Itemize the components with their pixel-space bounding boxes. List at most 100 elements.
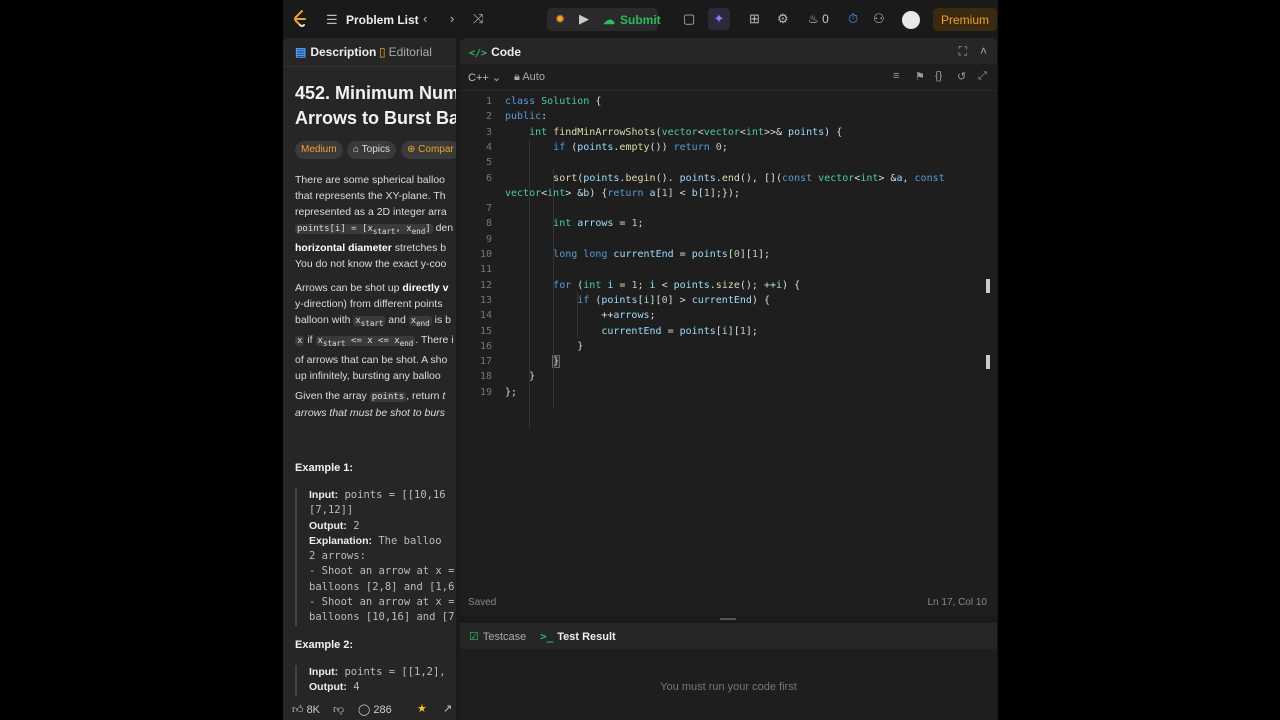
code-line: sort(points.begin(). points.end(), [](co…	[553, 172, 945, 184]
document-icon: ▤	[295, 45, 307, 59]
description-tabs: ▤ Description ▯ Editorial	[283, 38, 456, 67]
example-line: Input: points = [[1,2],	[309, 666, 446, 678]
line-number: 8	[485, 218, 492, 230]
scrollbar-marker	[986, 279, 990, 293]
example-line: [7,12]]	[309, 504, 354, 517]
test-panel: ☑ Testcase >_ Test Result You must run you…	[460, 623, 997, 720]
like-button[interactable]: 👍︎ 8K	[292, 703, 320, 716]
tab-editorial[interactable]: ▯ Editorial	[379, 45, 432, 59]
code-editor-panel: </> Code ⛶ ˄ C++ ⌄ 🔒︎ Auto ≡ ⚑ {} ↺ ⤢ 1 cl…	[460, 38, 997, 616]
code-line: public:	[505, 111, 548, 123]
topics-tag[interactable]: ⌂ Topics	[347, 141, 396, 159]
list-icon[interactable]: ☰	[326, 12, 338, 28]
indent-guide	[529, 139, 530, 429]
tab-test-result[interactable]: >_ Test Result	[540, 630, 616, 643]
example-line: balloons [2,8] and [1,6	[309, 580, 455, 593]
format-icon[interactable]: ≡	[893, 70, 899, 82]
braces-icon[interactable]: {}	[935, 70, 942, 82]
description-line: up infinitely, bursting any balloo	[295, 369, 441, 382]
example-1-heading: Example 1:	[295, 462, 354, 474]
line-number: 19	[479, 386, 492, 398]
lock-icon: 🔒︎	[514, 71, 520, 83]
tag-icon: ⌂	[353, 144, 362, 155]
tab-testcase[interactable]: ☑ Testcase	[469, 630, 526, 643]
problem-list-link[interactable]: Problem List	[346, 13, 419, 27]
bookmark-icon[interactable]: ⚑	[915, 70, 925, 83]
comment-count: 286	[373, 704, 392, 716]
description-line: You do not know the exact y-coo	[295, 257, 447, 270]
chevron-left-icon[interactable]: ‹	[423, 11, 427, 26]
reset-icon[interactable]: ↺	[957, 70, 966, 83]
submit-label: Submit	[620, 12, 661, 27]
code-line: int arrows = 1;	[553, 218, 644, 230]
run-button[interactable]: ▶	[579, 11, 589, 27]
example-2-box: Input: points = [[1,2], Output: 4	[295, 665, 456, 696]
fire-icon: ♨	[808, 12, 819, 26]
fullscreen-icon[interactable]: ⤢	[978, 70, 987, 83]
code-line: int findMinArrowShots(vector<vector<int>…	[529, 126, 843, 138]
add-user-icon[interactable]: ⚇	[873, 11, 885, 27]
difficulty-badge: Medium	[295, 141, 343, 159]
avatar[interactable]	[902, 11, 920, 29]
auto-mode-toggle[interactable]: 🔒︎ Auto	[514, 71, 545, 84]
share-icon[interactable]: ↗	[443, 702, 452, 715]
indent-guide	[553, 169, 554, 409]
editor-toolbar: C++ ⌄ 🔒︎ Auto ≡ ⚑ {} ↺ ⤢	[460, 64, 997, 91]
description-line-code: x if xstart <= x <= xend. There i	[295, 333, 454, 348]
code-line: };	[505, 386, 518, 398]
code-line: currentEnd = points[i][1];	[601, 325, 758, 337]
code-line: for (int i = 1; i < points.size(); ++i) …	[553, 279, 801, 291]
editor-title-label: Code	[491, 45, 522, 59]
tab-testcase-label: Testcase	[482, 631, 527, 643]
description-line-bold: Arrows can be shot up directly v	[295, 282, 449, 294]
horizontal-splitter[interactable]	[460, 616, 997, 623]
description-line-code: balloon with xstart and xend is b	[295, 314, 451, 328]
streak-counter[interactable]: ♨ 0	[808, 12, 829, 26]
timer-icon[interactable]: ⏱	[848, 11, 858, 27]
companies-label: Compar	[418, 144, 454, 155]
example-line: Output: 2	[309, 519, 360, 532]
run-first-message: You must run your code first	[660, 681, 797, 693]
code-line: if (points[i][0] > currentEnd) {	[577, 294, 770, 306]
maximize-icon[interactable]: ⛶	[959, 44, 967, 59]
chevron-right-icon[interactable]: ›	[450, 11, 454, 26]
book-icon: ▯	[379, 45, 386, 59]
comments-button[interactable]: ◯ 286	[358, 703, 392, 716]
line-number: 2	[485, 111, 492, 123]
tab-description[interactable]: ▤ Description	[295, 45, 376, 59]
language-select[interactable]: C++ ⌄	[468, 71, 501, 84]
line-number: 6	[485, 172, 492, 184]
ai-sparkle-icon[interactable]: ✦	[708, 8, 730, 30]
line-number: 5	[485, 157, 492, 169]
submit-button[interactable]: ☁ Submit	[603, 8, 661, 31]
problem-title[interactable]: 452. Minimum Num Arrows to Burst Bal	[295, 81, 456, 131]
scrollbar-marker	[986, 355, 990, 369]
description-line-bold: horizontal diameter stretches b	[295, 241, 447, 254]
leetcode-logo-icon[interactable]	[293, 10, 307, 28]
terminal-icon: >_	[540, 630, 554, 643]
layout-icon[interactable]: ⊞	[749, 11, 760, 27]
tab-editorial-label: Editorial	[388, 45, 432, 59]
code-line: }	[505, 371, 536, 383]
example-2-heading: Example 2:	[295, 639, 354, 651]
tab-description-label: Description	[310, 45, 377, 59]
line-number: 16	[479, 340, 492, 352]
star-icon[interactable]: ★	[417, 702, 427, 715]
line-number: 13	[479, 294, 492, 306]
line-number: 10	[479, 249, 492, 260]
description-paragraph-2: Arrows can be shot up directly v y-direc…	[295, 280, 456, 384]
shuffle-icon[interactable]: ⤨	[473, 11, 483, 27]
premium-button[interactable]: Premium	[933, 8, 997, 31]
thumbs-up-icon: 👍︎	[292, 704, 304, 716]
debug-icon[interactable]: ✹	[555, 12, 565, 26]
thumbs-down-icon[interactable]: 👎︎	[333, 703, 344, 716]
companies-tag[interactable]: ⊕ Compar	[401, 141, 456, 159]
gear-icon[interactable]: ⚙	[777, 11, 789, 27]
editor-header: </> Code ⛶ ˄	[460, 38, 997, 64]
note-icon[interactable]: ▢	[683, 11, 695, 27]
test-panel-tabs: ☑ Testcase >_ Test Result	[460, 623, 997, 649]
lock-icon: ⊕	[407, 144, 419, 155]
chevron-up-icon[interactable]: ˄	[980, 44, 987, 58]
streak-count: 0	[822, 12, 829, 26]
example-line: - Shoot an arrow at x =	[309, 596, 455, 609]
